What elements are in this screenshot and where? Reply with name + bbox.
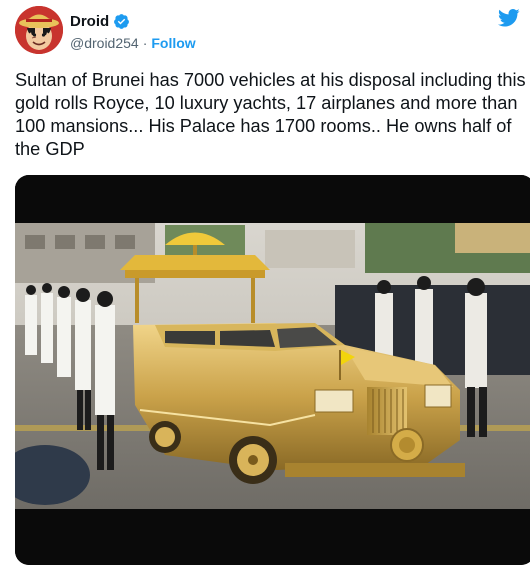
- avatar[interactable]: [15, 6, 63, 54]
- handle-row: @droid254 · Follow: [70, 34, 196, 52]
- follow-button[interactable]: Follow: [151, 35, 195, 51]
- display-name-row: Droid: [70, 11, 196, 31]
- tweet-header: Droid @droid254 · Follow: [15, 6, 520, 56]
- author-block: Droid @droid254 · Follow: [70, 11, 196, 52]
- gold-rolls-royce-photo: [15, 175, 530, 565]
- tweet-text: Sultan of Brunei has 7000 vehicles at hi…: [15, 70, 526, 159]
- display-name[interactable]: Droid: [70, 13, 109, 30]
- verified-badge-icon: [113, 13, 130, 30]
- tweet-card: Droid @droid254 · Follow Sultan of Brune…: [0, 0, 530, 565]
- author-handle[interactable]: @droid254: [70, 35, 139, 51]
- separator-dot: ·: [142, 35, 148, 51]
- straw-hat-avatar-icon: [15, 6, 63, 54]
- twitter-bird-icon[interactable]: [498, 8, 520, 28]
- tweet-media[interactable]: [15, 175, 530, 565]
